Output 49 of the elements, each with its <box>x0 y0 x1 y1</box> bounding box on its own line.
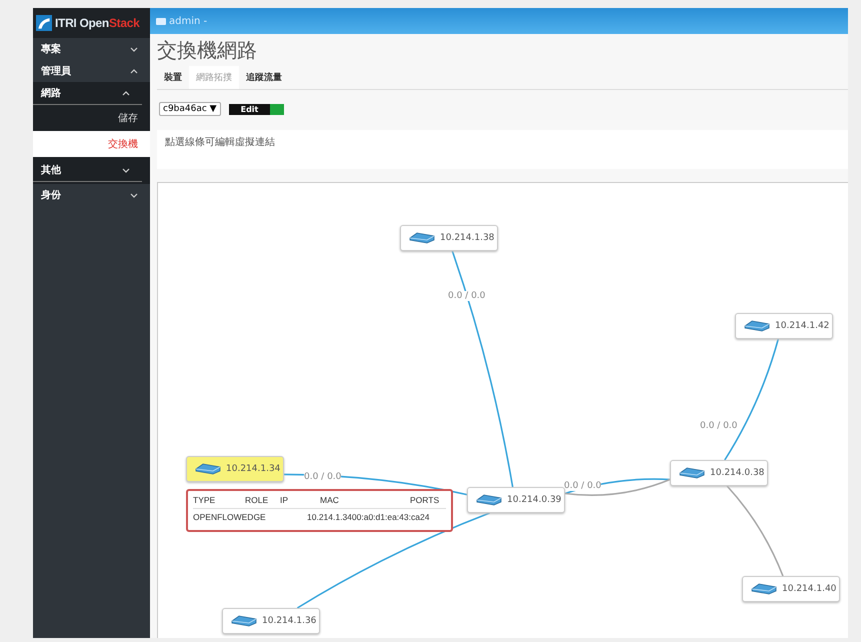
switch-icon <box>679 467 705 479</box>
column-header: ROLE <box>245 495 270 505</box>
link-label: 0.0 / 0.0 <box>564 481 602 491</box>
table-cell-text: OPENFLOWEDGE <box>193 512 267 522</box>
switch-node[interactable]: 10.214.1.42 <box>735 313 833 339</box>
logo-icon <box>36 15 52 31</box>
sidebar-item[interactable]: 身份 <box>33 184 150 206</box>
switch-node[interactable]: 10.214.1.40 <box>742 576 840 602</box>
edit-toggle[interactable]: Edit <box>228 104 284 114</box>
switch-icon <box>231 615 257 627</box>
sidebar-label: 專案 <box>41 42 61 56</box>
switch-node[interactable]: 10.214.0.39 <box>467 487 565 513</box>
tab[interactable]: 追蹤流量 <box>239 66 289 89</box>
table-cell: 00:a0:d1:ea:43:ca24 <box>352 512 430 522</box>
link-label: 0.0 / 0.0 <box>700 421 738 431</box>
switch-node[interactable]: 10.214.1.36 <box>222 608 320 634</box>
column-header: IP <box>280 495 290 505</box>
sidebar-label: 網路 <box>41 86 61 100</box>
column-header: TYPE <box>193 495 216 505</box>
page-title: 交換機網路 <box>157 37 258 64</box>
sidebar-label: 其他 <box>41 164 61 177</box>
keyboard-icon <box>156 18 166 24</box>
column-header: MAC <box>320 495 340 505</box>
hint-text: 點選線條可編輯虛擬連結 <box>165 137 275 148</box>
link-line[interactable] <box>726 485 784 576</box>
switch-icon <box>744 320 770 332</box>
sidebar-link[interactable]: 儲存 <box>33 105 150 131</box>
switch-icon <box>751 583 777 595</box>
switch-icon <box>476 494 502 506</box>
switch-icon <box>409 232 435 244</box>
sidebar-link[interactable]: 交換機 <box>33 131 150 157</box>
switch-node[interactable]: 10.214.1.34 <box>186 456 284 482</box>
logo-text: Stack <box>108 16 140 30</box>
link-line[interactable] <box>724 338 780 460</box>
sidebar-label: 身份 <box>41 188 61 202</box>
table-cell: 10.214.1.34 <box>307 512 352 522</box>
tab[interactable]: 裝置 <box>157 66 189 89</box>
link-label: 0.0 / 0.0 <box>448 291 486 301</box>
sidebar-item[interactable]: 專案 <box>33 38 150 60</box>
sidebar-item[interactable]: 管理員 <box>33 60 150 82</box>
switch-node[interactable]: 10.214.1.38 <box>400 225 498 251</box>
link-label: 0.0 / 0.0 <box>304 472 342 482</box>
logo-text: ITRI Open <box>55 16 109 30</box>
column-header: PORTS <box>410 495 440 505</box>
switch-node[interactable]: 10.214.0.38 <box>670 460 768 486</box>
link-line[interactable] <box>296 512 490 609</box>
sidebar-label: 管理員 <box>41 64 71 78</box>
controller-dropdown[interactable]: c9ba46ac ▼ <box>159 102 221 116</box>
switch-icon <box>195 463 221 475</box>
